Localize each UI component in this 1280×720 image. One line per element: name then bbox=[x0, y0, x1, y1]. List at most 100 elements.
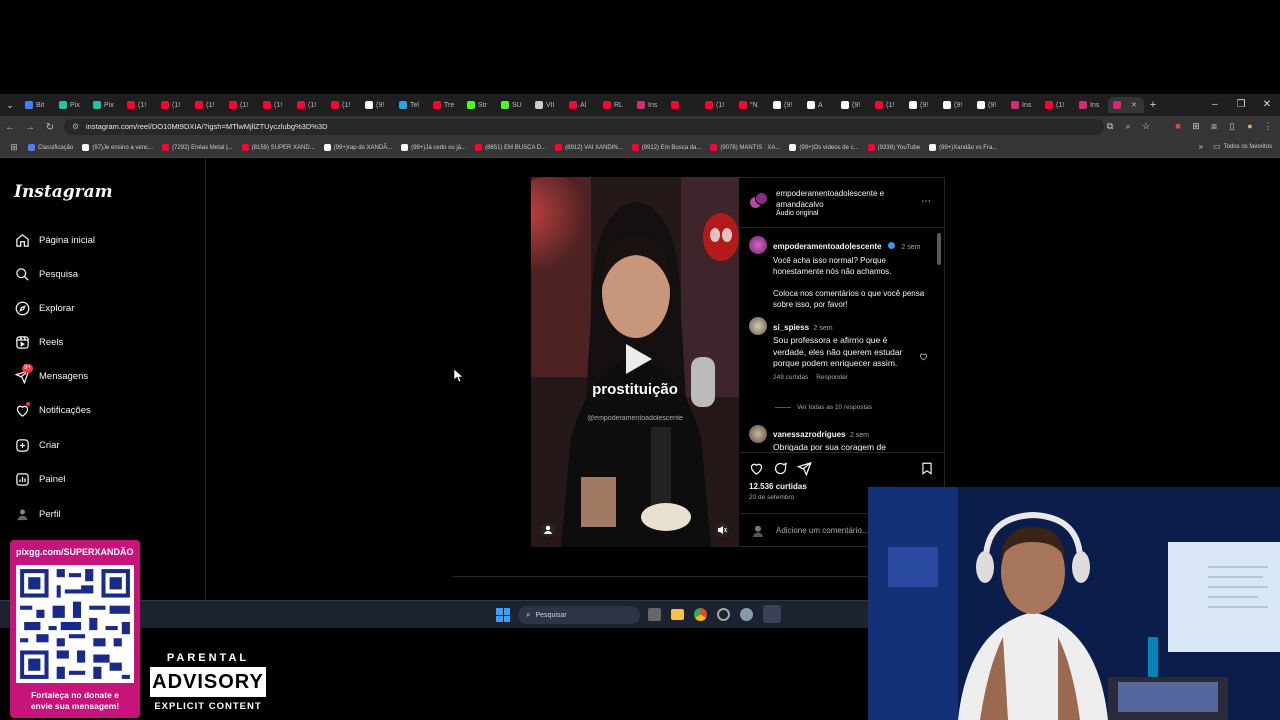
browser-tab[interactable]: Tre bbox=[428, 97, 462, 113]
nav-dashboard[interactable]: Painel bbox=[14, 469, 65, 489]
browser-tab[interactable]: (9! bbox=[972, 97, 1006, 113]
bookmark-item[interactable]: (9338) YouTube bbox=[867, 144, 920, 151]
browser-tab[interactable]: Str bbox=[462, 97, 496, 113]
browser-tab[interactable]: (1! bbox=[700, 97, 734, 113]
windows-start-icon[interactable] bbox=[496, 608, 510, 622]
browser-tab[interactable]: (9! bbox=[938, 97, 972, 113]
browser-tab[interactable]: (1! bbox=[122, 97, 156, 113]
mute-button[interactable] bbox=[715, 523, 729, 537]
comment-like-heart-icon[interactable] bbox=[919, 348, 928, 366]
bookmark-item[interactable]: (97)Je ensino a venc... bbox=[82, 144, 153, 151]
browser-tab[interactable]: ✕ bbox=[1108, 97, 1144, 113]
nav-messages[interactable]: 9+ Mensagens bbox=[14, 364, 88, 386]
browser-tab[interactable]: RL bbox=[598, 97, 632, 113]
nav-home[interactable]: Página inicial bbox=[14, 230, 95, 250]
browser-tab[interactable]: (1! bbox=[292, 97, 326, 113]
forward-arrow-icon[interactable]: → bbox=[20, 122, 40, 133]
browser-tab[interactable]: Ins bbox=[1006, 97, 1040, 113]
close-tab-icon[interactable]: ✕ bbox=[1131, 101, 1137, 109]
browser-tab[interactable]: Ins bbox=[632, 97, 666, 113]
steam-icon[interactable] bbox=[763, 605, 781, 623]
browser-tab[interactable]: "N bbox=[734, 97, 768, 113]
browser-tab[interactable]: (9! bbox=[904, 97, 938, 113]
sidebar-panel-icon[interactable]: ▯ bbox=[1226, 119, 1238, 133]
star-bookmark-icon[interactable]: ☆ bbox=[1140, 119, 1152, 133]
comment-username[interactable]: vanessazrodrigues bbox=[773, 430, 845, 439]
browser-tab[interactable]: (1! bbox=[258, 97, 292, 113]
browser-tab[interactable]: (9! bbox=[768, 97, 802, 113]
reel-video[interactable]: prostituição @empoderamentoadolescente bbox=[531, 177, 739, 547]
browser-tab[interactable]: (1! bbox=[224, 97, 258, 113]
taskbar-search[interactable]: ⌕ Pesquisar bbox=[518, 606, 640, 624]
bookmark-item[interactable]: (7292) Enéas Metal |... bbox=[162, 144, 233, 151]
bookmark-item[interactable]: (9078) MANTIS · XA... bbox=[710, 144, 780, 151]
caption-username[interactable]: empoderamentoadolescente bbox=[773, 242, 881, 251]
like-heart-icon[interactable] bbox=[749, 461, 764, 481]
browser-menu-icon[interactable]: ⋮ bbox=[1262, 119, 1274, 133]
browser-tab[interactable]: A bbox=[802, 97, 836, 113]
browser-tab[interactable]: (9! bbox=[836, 97, 870, 113]
bookmark-item[interactable]: Classificação bbox=[28, 144, 73, 151]
chrome-icon[interactable] bbox=[694, 608, 707, 621]
zoom-icon[interactable]: ⌕ bbox=[1122, 119, 1134, 133]
browser-tab[interactable]: Al bbox=[564, 97, 598, 113]
likes-count[interactable]: 12.536 curtidas bbox=[749, 482, 807, 491]
more-options-icon[interactable]: ⋯ bbox=[921, 196, 931, 207]
browser-tab[interactable]: Bit bbox=[20, 97, 54, 113]
tab-search-button[interactable]: ⌄ bbox=[0, 100, 20, 111]
reload-icon[interactable]: ↻ bbox=[40, 122, 60, 133]
apps-grid-icon[interactable]: ⊞ bbox=[0, 142, 28, 153]
comment-likes[interactable]: 249 curtidas bbox=[773, 374, 808, 381]
extension-icon[interactable]: ⊞ bbox=[1190, 119, 1202, 133]
more-bookmarks-icon[interactable]: » bbox=[1199, 142, 1203, 151]
comment-bubble-icon[interactable] bbox=[773, 461, 788, 481]
emoji-icon[interactable] bbox=[749, 522, 767, 540]
nav-reels[interactable]: Reels bbox=[14, 332, 63, 352]
bookmark-item[interactable]: (99+)Xandão vs Fra... bbox=[929, 144, 997, 151]
app-icon[interactable] bbox=[717, 608, 730, 621]
puzzle-extensions-icon[interactable]: ⧈ bbox=[1208, 119, 1220, 133]
all-bookmarks-folder[interactable]: ▭ Todos os favoritos bbox=[1213, 142, 1272, 151]
maximize-icon[interactable]: ❐ bbox=[1228, 94, 1254, 116]
post-authors[interactable]: empoderamentoadolescente e amandacalvo bbox=[776, 188, 884, 210]
install-app-icon[interactable]: ⧉ bbox=[1104, 119, 1116, 133]
file-explorer-icon[interactable] bbox=[671, 609, 684, 620]
browser-tab[interactable]: (1! bbox=[326, 97, 360, 113]
browser-tab[interactable]: SU bbox=[496, 97, 530, 113]
browser-tab[interactable]: Tel bbox=[394, 97, 428, 113]
play-button[interactable] bbox=[617, 340, 655, 378]
back-arrow-icon[interactable]: ← bbox=[0, 122, 20, 133]
bookmark-item[interactable]: (99+)Já cedo ou já... bbox=[401, 144, 466, 151]
browser-tab[interactable]: (1! bbox=[870, 97, 904, 113]
save-bookmark-icon[interactable] bbox=[920, 461, 934, 481]
browser-tab[interactable]: (1! bbox=[156, 97, 190, 113]
settings-gear-icon[interactable] bbox=[740, 608, 753, 621]
task-view-icon[interactable] bbox=[648, 608, 661, 621]
view-replies-button[interactable]: Ver todas as 10 respostas bbox=[775, 404, 872, 411]
bookmark-item[interactable]: (8851) EM BUSCA D... bbox=[475, 144, 546, 151]
bookmark-item[interactable]: (99+)rap do XANDÃ... bbox=[323, 144, 392, 151]
browser-tab[interactable] bbox=[666, 97, 700, 113]
collab-avatars[interactable] bbox=[749, 192, 768, 210]
instagram-logo[interactable]: Instagram bbox=[14, 182, 113, 202]
profile-avatar-icon[interactable]: ● bbox=[1244, 119, 1256, 133]
bookmark-item[interactable]: (8159) SUPER XAND... bbox=[241, 144, 315, 151]
nav-notifications[interactable]: Notificações bbox=[14, 400, 91, 420]
new-tab-button[interactable]: + bbox=[1144, 99, 1162, 111]
nav-search[interactable]: Pesquisa bbox=[14, 264, 78, 284]
extension-red-icon[interactable]: ■ bbox=[1172, 119, 1184, 133]
browser-tab[interactable]: (1! bbox=[1040, 97, 1074, 113]
audio-label[interactable]: Áudio original bbox=[776, 210, 818, 217]
bookmark-item[interactable]: (8912) Em Busca da... bbox=[631, 144, 701, 151]
site-info-icon[interactable]: ⚙ bbox=[72, 122, 82, 132]
browser-tab[interactable]: Ins bbox=[1074, 97, 1108, 113]
bookmark-item[interactable]: (99+)Os vídeos de c... bbox=[789, 144, 859, 151]
tagged-users-button[interactable] bbox=[541, 523, 555, 537]
browser-tab[interactable]: (9! bbox=[360, 97, 394, 113]
minimize-icon[interactable]: – bbox=[1202, 94, 1228, 116]
bookmark-item[interactable]: (8912) VAI XANDIN... bbox=[555, 144, 623, 151]
add-comment-input[interactable]: Adicione um comentário... bbox=[776, 526, 869, 535]
nav-profile[interactable]: Perfil bbox=[14, 504, 61, 524]
browser-tab[interactable]: (1! bbox=[190, 97, 224, 113]
comment-username[interactable]: si_spiess bbox=[773, 323, 809, 332]
